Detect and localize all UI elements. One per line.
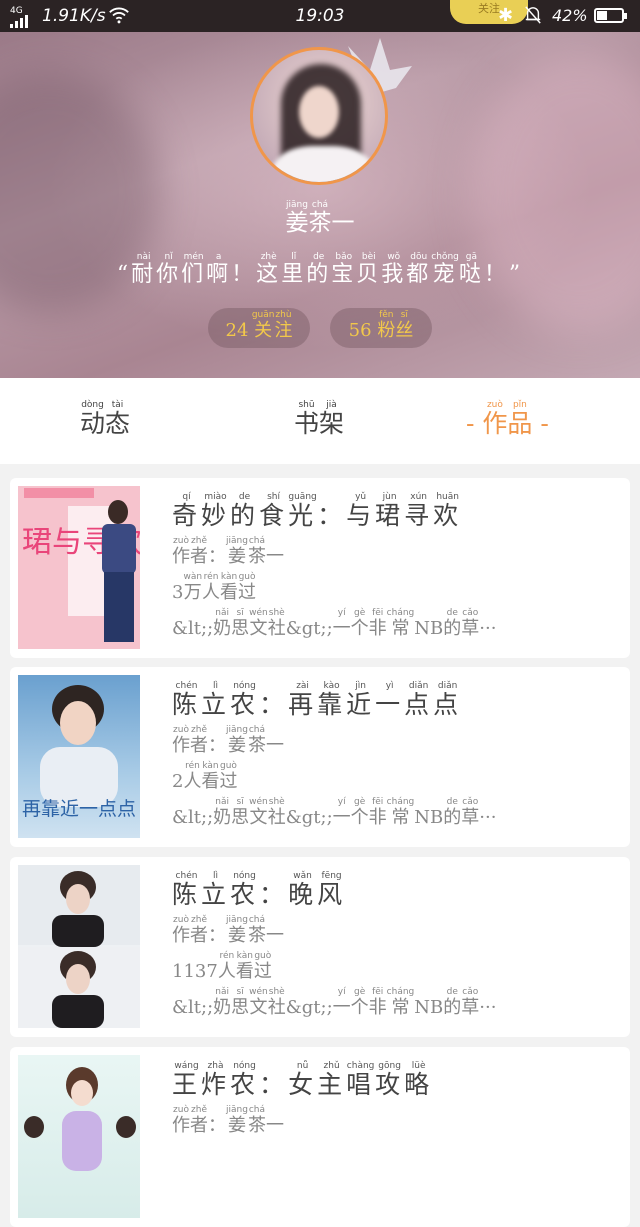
profile-quote: “ 耐nài你nǐ们mén啊a！ 这zhè里lǐ的de宝bǎo贝bèi我wǒ都d… [116,252,524,287]
tab-dynamic[interactable]: 动dòng态tài [80,400,130,440]
book-info: 王wáng炸zhà农nóng： 女nǚ主zhǔ唱chàng攻gōng略lüè 作… [172,1061,622,1137]
book-card[interactable]: 珺与寻欢 奇qí妙miào的de食shí光guāng： 与yǔ珺jùn寻xún欢… [10,478,630,658]
book-card[interactable]: 王wáng炸zhà农nóng： 女nǚ主zhǔ唱chàng攻gōng略lüè 作… [10,1047,630,1227]
book-info: 陈chén立lì农nóng： 再zài靠kào近jìn一yì点diǎn点diǎn… [172,681,622,829]
book-cover[interactable] [18,865,140,1028]
fans-count-button[interactable]: 56 粉fěn丝sī [330,308,432,348]
notification-pill[interactable]: 关注 [450,0,528,24]
book-info: 奇qí妙miào的de食shí光guāng： 与yǔ珺jùn寻xún欢huān … [172,492,622,640]
book-title[interactable]: 陈chén立lì农nóng： 再zài靠kào近jìn一yì点diǎn点diǎn [172,681,622,721]
avatar[interactable] [250,47,388,185]
username: 姜jiāng茶chá一 [285,200,355,236]
tab-bookshelf[interactable]: 书shū架jià [294,400,344,440]
battery-icon [594,8,627,23]
book-author: 作zuò者zhě： 姜jiāng茶chá一 [172,536,284,567]
profile-header: 姜jiāng茶chá一 “ 耐nài你nǐ们mén啊a！ 这zhè里lǐ的de宝… [0,32,640,378]
fans-label: 粉fěn丝sī [377,310,414,341]
book-title[interactable]: 陈chén立lì农nóng： 晚wǎn风fēng [172,871,622,911]
profile-tabs: 动dòng态tài 书shū架jià - 作zuò品pǐn - [0,378,640,464]
status-bar: 4G 1.91K/s 19:03 关注 ✱ 42% [0,0,640,32]
book-publisher: &lt;; 奶nǎi思sī文wén社shè&gt;; 一yí个gè非fēi常ch… [172,987,497,1018]
book-cover[interactable] [18,1055,140,1218]
cover-title: 再靠近一点点 [22,798,136,820]
battery-percent: 42% [552,6,588,25]
book-author: 作zuò者zhě： 姜jiāng茶chá一 [172,725,284,756]
book-views: 3 万wàn人rén看kàn过guò [172,572,257,603]
book-publisher: &lt;; 奶nǎi思sī文wén社shè&gt;; 一yí个gè非fēi常ch… [172,797,497,828]
book-cover[interactable]: 再靠近一点点 [18,675,140,838]
follow-count: 24 [225,320,249,341]
fans-count: 56 [348,320,372,341]
book-publisher: &lt;; 奶nǎi思sī文wén社shè&gt;; 一yí个gè非fēi常ch… [172,608,497,639]
book-title[interactable]: 奇qí妙miào的de食shí光guāng： 与yǔ珺jùn寻xún欢huān [172,492,622,532]
tab-works[interactable]: - 作zuò品pǐn - [466,400,549,440]
clock: 19:03 [295,6,345,26]
follow-label: 关guān注zhù [251,310,293,341]
book-author: 作zuò者zhě： 姜jiāng茶chá一 [172,1105,284,1136]
book-card[interactable]: 陈chén立lì农nóng： 晚wǎn风fēng 作zuò者zhě： 姜jiān… [10,857,630,1037]
bluetooth-icon: ✱ [498,5,514,26]
book-author: 作zuò者zhě： 姜jiāng茶chá一 [172,915,284,946]
book-views: 2 人rén看kàn过guò [172,761,238,792]
bell-muted-icon [525,6,541,24]
book-cover[interactable]: 珺与寻欢 [18,486,140,649]
book-info: 陈chén立lì农nóng： 晚wǎn风fēng 作zuò者zhě： 姜jiān… [172,871,622,1019]
book-card[interactable]: 再靠近一点点 陈chén立lì农nóng： 再zài靠kào近jìn一yì点di… [10,667,630,847]
follow-count-button[interactable]: 24 关guān注zhù [208,308,310,348]
book-title[interactable]: 王wáng炸zhà农nóng： 女nǚ主zhǔ唱chàng攻gōng略lüè [172,1061,622,1101]
book-views: 1137 人rén看kàn过guò [172,951,272,982]
